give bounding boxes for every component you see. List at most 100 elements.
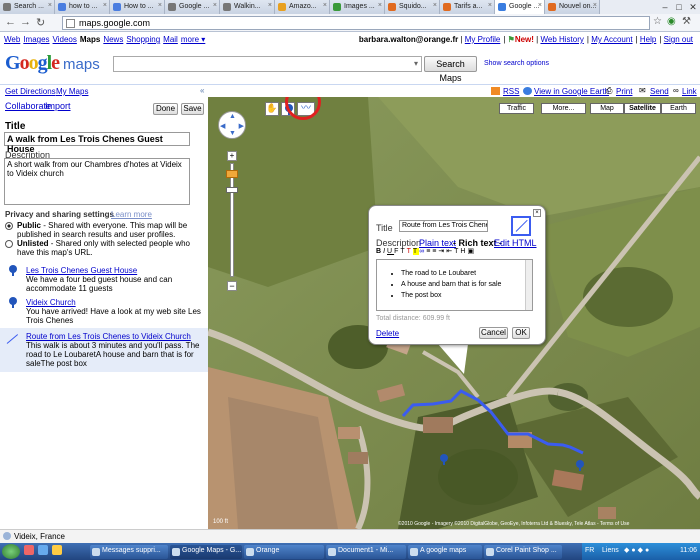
gbar-news[interactable]: News bbox=[103, 35, 123, 44]
browser-tab[interactable]: Tarifs a... × bbox=[440, 0, 495, 14]
item-guest-house-title[interactable]: Les Trois Chenes Guest House bbox=[26, 266, 137, 275]
close-tab-icon[interactable]: × bbox=[593, 2, 597, 9]
title-field[interactable]: A walk from Les Trois Chenes Guest House bbox=[4, 132, 190, 154]
taskbar-item[interactable]: Corel Paint Shop ... bbox=[484, 544, 562, 559]
browser-tab-active[interactable]: Google ... × bbox=[495, 0, 545, 14]
print-icon[interactable]: ⎙ bbox=[606, 86, 612, 96]
pan-right-icon[interactable]: ▶ bbox=[239, 122, 244, 130]
public-radio[interactable] bbox=[5, 222, 13, 230]
close-window-icon[interactable]: ✕ bbox=[686, 0, 700, 14]
my-profile-link[interactable]: My Profile bbox=[465, 35, 501, 44]
view-in-earth-link[interactable]: View in Google Earth bbox=[534, 87, 609, 96]
get-directions-link[interactable]: Get Directions bbox=[5, 87, 56, 96]
item-route-title[interactable]: Route from Les Trois Chenes to Videix Ch… bbox=[26, 332, 191, 341]
line-style-icon[interactable] bbox=[511, 216, 531, 236]
taskbar-item[interactable]: Document1 - Mi... bbox=[326, 544, 406, 559]
pan-control[interactable]: ▲ ◀ ▶ ▼ bbox=[218, 111, 246, 139]
map-type-map[interactable]: Map bbox=[590, 103, 624, 114]
search-maps-button[interactable]: Search Maps bbox=[424, 56, 477, 83]
close-tab-icon[interactable]: × bbox=[538, 2, 542, 9]
close-tab-icon[interactable]: × bbox=[323, 2, 327, 9]
save-button[interactable]: Save bbox=[181, 103, 204, 115]
language-indicator[interactable]: FR bbox=[585, 547, 594, 554]
bold-icon[interactable]: B bbox=[376, 248, 383, 255]
pan-up-icon[interactable]: ▲ bbox=[229, 113, 236, 120]
map-placemark-icon[interactable] bbox=[440, 454, 448, 465]
close-tab-icon[interactable]: × bbox=[158, 2, 162, 9]
import-link[interactable]: Import bbox=[45, 101, 71, 111]
pegman-icon[interactable] bbox=[226, 170, 238, 178]
browser-tab[interactable]: Squido... × bbox=[385, 0, 440, 14]
browser-tab[interactable]: How to ... × bbox=[110, 0, 165, 14]
google-maps-logo[interactable]: Google maps bbox=[5, 52, 100, 75]
bubble-title-field[interactable]: Route from Les Trois Chenes bbox=[399, 220, 488, 232]
send-link[interactable]: Send bbox=[650, 87, 669, 96]
learn-more-link[interactable]: Learn more bbox=[111, 210, 152, 219]
browser-tab[interactable]: Walkin... × bbox=[220, 0, 275, 14]
maximize-icon[interactable]: □ bbox=[672, 0, 686, 14]
my-maps-link[interactable]: My Maps bbox=[56, 87, 88, 96]
close-bubble-icon[interactable]: × bbox=[533, 209, 541, 217]
link-icon[interactable]: ∞ bbox=[673, 86, 679, 95]
browser-tab[interactable]: Google ... × bbox=[165, 0, 220, 14]
placemark-icon[interactable] bbox=[9, 265, 17, 276]
web-history-link[interactable]: Web History bbox=[540, 35, 583, 44]
hand-tool-icon[interactable]: ✋ bbox=[265, 102, 279, 116]
map-placemark-icon[interactable] bbox=[576, 460, 584, 471]
close-tab-icon[interactable]: × bbox=[488, 2, 492, 9]
rss-icon[interactable] bbox=[491, 87, 500, 95]
ok-button[interactable]: OK bbox=[512, 327, 530, 339]
star-icon[interactable]: ☆ bbox=[653, 16, 662, 27]
gbar-web[interactable]: Web bbox=[4, 35, 20, 44]
done-button[interactable]: Done bbox=[153, 103, 178, 115]
text-color-icon[interactable]: T bbox=[407, 248, 413, 255]
search-options-link[interactable]: Show search options bbox=[484, 60, 549, 67]
minimize-icon[interactable]: – bbox=[658, 0, 672, 14]
taskbar-item-active[interactable]: Google Maps - G... bbox=[170, 544, 242, 559]
back-icon[interactable]: ← bbox=[5, 16, 16, 28]
description-field[interactable]: A short walk from our Chambres d'hotes a… bbox=[4, 158, 190, 205]
map-type-earth[interactable]: Earth bbox=[661, 103, 696, 114]
print-link[interactable]: Print bbox=[616, 87, 632, 96]
my-account-link[interactable]: My Account bbox=[591, 35, 632, 44]
zoom-slider-track[interactable] bbox=[230, 163, 234, 277]
zoom-out-icon[interactable]: − bbox=[227, 281, 237, 291]
bubble-description-editor[interactable]: The road to Le Loubaret A house and barn… bbox=[376, 259, 533, 311]
browser-tab[interactable]: Amazo... × bbox=[275, 0, 330, 14]
placemark-icon[interactable] bbox=[9, 297, 17, 308]
reload-icon[interactable]: ↻ bbox=[36, 16, 45, 29]
wrench-icon[interactable]: ⚒ bbox=[682, 16, 691, 27]
quick-launch-icon[interactable] bbox=[38, 545, 48, 555]
gbar-images[interactable]: Images bbox=[23, 35, 49, 44]
quick-launch-icon[interactable] bbox=[52, 545, 62, 555]
zoom-in-icon[interactable]: + bbox=[227, 151, 237, 161]
unlisted-radio[interactable] bbox=[5, 240, 13, 248]
extension-icon[interactable]: ◉ bbox=[667, 16, 676, 27]
close-tab-icon[interactable]: × bbox=[433, 2, 437, 9]
links-toolbar[interactable]: Liens bbox=[602, 547, 619, 554]
close-tab-icon[interactable]: × bbox=[213, 2, 217, 9]
close-tab-icon[interactable]: × bbox=[103, 2, 107, 9]
link-link[interactable]: Link bbox=[682, 87, 697, 96]
traffic-button[interactable]: Traffic bbox=[499, 103, 534, 114]
taskbar-item[interactable]: Messages suppri... bbox=[90, 544, 168, 559]
help-link[interactable]: Help bbox=[640, 35, 656, 44]
rss-link[interactable]: RSS bbox=[503, 87, 519, 96]
more-button[interactable]: More... bbox=[541, 103, 586, 114]
taskbar-item[interactable]: Orange bbox=[244, 544, 324, 559]
gbar-more[interactable]: more ▾ bbox=[181, 35, 205, 44]
forward-icon[interactable]: → bbox=[20, 16, 31, 28]
cancel-button[interactable]: Cancel bbox=[479, 327, 508, 339]
map-type-satellite[interactable]: Satellite bbox=[624, 103, 661, 114]
item-church-title[interactable]: Videix Church bbox=[26, 298, 76, 307]
collapse-panel-icon[interactable]: « bbox=[200, 86, 204, 95]
quick-launch-icon[interactable] bbox=[24, 545, 34, 555]
start-button-icon[interactable] bbox=[2, 544, 20, 559]
pan-left-icon[interactable]: ◀ bbox=[220, 122, 225, 130]
pan-down-icon[interactable]: ▼ bbox=[229, 130, 236, 137]
close-tab-icon[interactable]: × bbox=[378, 2, 382, 9]
send-icon[interactable]: ✉ bbox=[639, 86, 646, 95]
gbar-shopping[interactable]: Shopping bbox=[126, 35, 160, 44]
zoom-slider-thumb[interactable] bbox=[226, 187, 238, 193]
delete-link[interactable]: Delete bbox=[376, 329, 399, 338]
